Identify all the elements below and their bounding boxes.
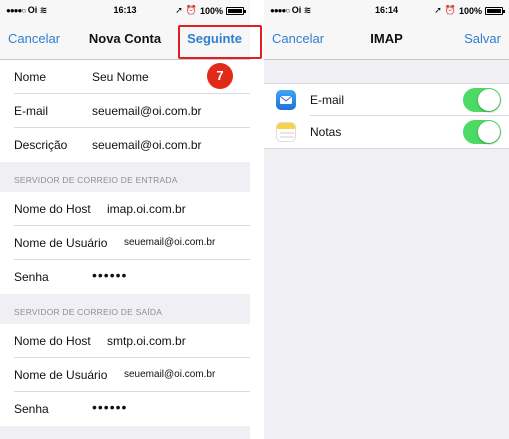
field-label: E-mail: [14, 104, 49, 118]
battery-percent: 100%: [199, 5, 223, 16]
mail-app-icon: [276, 90, 296, 110]
list-item-email[interactable]: E-mail: [264, 84, 509, 116]
field-label: Nome de Usuário: [14, 368, 108, 382]
incoming-host-field[interactable]: Nome do Host imap.oi.com.br: [0, 192, 250, 226]
incoming-user-field[interactable]: Nome de Usuário seuemail@oi.com.br: [0, 226, 250, 260]
list-item-notes[interactable]: Notas: [264, 116, 509, 148]
imap-screen: ●●●●○ Oi ≋ 16:14 ➚ ⏰ 100% Cancelar IMAP …: [264, 0, 509, 439]
outgoing-host-input[interactable]: smtp.oi.com.br: [107, 334, 186, 348]
incoming-password-input[interactable]: ••••••: [92, 267, 127, 283]
outgoing-server-header: SERVIDOR DE CORREIO DE SAÍDA: [0, 294, 250, 324]
section-title: SERVIDOR DE CORREIO DE ENTRADA: [14, 175, 178, 185]
incoming-server-header: SERVIDOR DE CORREIO DE ENTRADA: [0, 162, 250, 192]
battery-percent: 100%: [458, 5, 482, 16]
field-label: Nome de Usuário: [14, 236, 108, 250]
status-bar: ●●●●○ Oi ≋ 16:14 ➚ ⏰ 100%: [264, 0, 509, 20]
outgoing-password-input[interactable]: ••••••: [92, 399, 127, 415]
field-label: Nome: [14, 70, 47, 84]
list-item-label: E-mail: [310, 93, 345, 107]
account-form: Nome Seu Nome E-mail seuemail@oi.com.br …: [0, 60, 250, 426]
battery-icon: [226, 6, 246, 15]
alarm-icon: ⏰: [444, 5, 456, 15]
step-number-badge: 7: [207, 63, 233, 89]
navigation-bar: Cancelar IMAP Salvar: [264, 20, 509, 60]
field-label: Descrição: [14, 138, 68, 152]
location-icon: ➚: [175, 5, 183, 15]
outgoing-password-field[interactable]: Senha ••••••: [0, 392, 250, 426]
outgoing-user-input[interactable]: seuemail@oi.com.br: [124, 369, 215, 380]
field-label: Nome do Host: [14, 202, 91, 216]
cancel-button[interactable]: Cancelar: [272, 31, 324, 46]
save-button[interactable]: Salvar: [464, 31, 501, 46]
name-input[interactable]: Seu Nome: [92, 70, 149, 84]
battery-icon: [485, 6, 505, 15]
location-icon: ➚: [434, 5, 442, 15]
field-label: Senha: [14, 270, 49, 284]
section-title: SERVIDOR DE CORREIO DE SAÍDA: [14, 307, 163, 317]
notes-app-icon: [276, 122, 296, 142]
field-label: Senha: [14, 402, 49, 416]
email-input[interactable]: seuemail@oi.com.br: [92, 104, 202, 118]
outgoing-user-field[interactable]: Nome de Usuário seuemail@oi.com.br: [0, 358, 250, 392]
status-bar: ●●●●○ Oi ≋ 16:13 ➚ ⏰ 100%: [0, 0, 250, 20]
notes-toggle[interactable]: [463, 120, 501, 144]
email-toggle[interactable]: [463, 88, 501, 112]
incoming-password-field[interactable]: Senha ••••••: [0, 260, 250, 294]
field-label: Nome do Host: [14, 334, 91, 348]
sync-options-list: E-mail Notas: [264, 83, 509, 149]
list-item-label: Notas: [310, 125, 342, 139]
outgoing-host-field[interactable]: Nome do Host smtp.oi.com.br: [0, 324, 250, 358]
incoming-user-input[interactable]: seuemail@oi.com.br: [124, 237, 215, 248]
description-input[interactable]: seuemail@oi.com.br: [92, 138, 202, 152]
incoming-host-input[interactable]: imap.oi.com.br: [107, 202, 186, 216]
email-field[interactable]: E-mail seuemail@oi.com.br: [0, 94, 250, 128]
alarm-icon: ⏰: [185, 5, 197, 15]
cancel-button[interactable]: Cancelar: [8, 31, 60, 46]
highlight-frame: [178, 25, 262, 59]
description-field[interactable]: Descrição seuemail@oi.com.br: [0, 128, 250, 162]
